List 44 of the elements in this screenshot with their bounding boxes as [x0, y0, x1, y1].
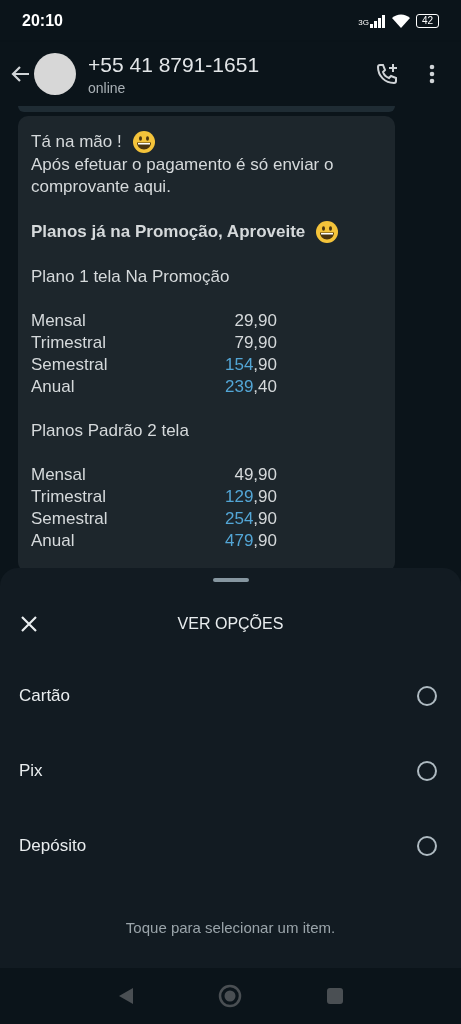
contact-name[interactable]: +55 41 8791-1651 — [88, 52, 375, 77]
plan-period: Anual — [31, 530, 76, 552]
status-time: 20:10 — [22, 12, 63, 30]
signal-icon — [369, 14, 386, 28]
radio-button[interactable] — [417, 835, 437, 856]
option-item[interactable]: Pix — [0, 733, 461, 808]
plan-period: Anual — [31, 376, 76, 398]
message-text: Planos Padrão 2 tela — [31, 420, 189, 442]
close-icon[interactable] — [20, 615, 38, 633]
contact-status: online — [88, 79, 127, 96]
message-text: Plano 1 tela Na Promoção — [31, 266, 230, 288]
plan-price: 29,90 — [233, 310, 277, 332]
plan-price: 239,40 — [224, 376, 277, 398]
wifi-icon — [391, 14, 410, 28]
smiley-face-icon — [131, 130, 156, 154]
drag-handle[interactable] — [212, 578, 249, 582]
radio-button[interactable] — [417, 760, 437, 781]
battery-indicator: 42 — [415, 14, 439, 28]
back-arrow-icon[interactable] — [10, 65, 30, 83]
plan-period: Trimestral — [31, 486, 107, 508]
add-call-icon[interactable] — [375, 62, 399, 86]
radio-button[interactable] — [417, 685, 437, 706]
message-text: Tá na mão ! — [31, 131, 122, 153]
plan-period: Mensal — [31, 310, 87, 332]
plan-period: Mensal — [31, 464, 87, 486]
sheet-title: VER OPÇÕES — [176, 615, 285, 633]
avatar[interactable] — [34, 53, 76, 95]
hint-text: Toque para selecionar um item. — [124, 919, 337, 936]
plan-price: 49,90 — [233, 464, 277, 486]
plan-price: 79,90 — [233, 332, 277, 354]
network-type: 3G — [358, 18, 369, 27]
plan-period: Semestral — [31, 508, 109, 530]
option-item[interactable]: Cartão — [0, 658, 461, 733]
plan-price: 254,90 — [224, 508, 277, 530]
plan-period: Semestral — [31, 354, 109, 376]
plan-price: 479,90 — [224, 530, 277, 552]
menu-icon[interactable] — [429, 64, 435, 84]
smiley-face-icon — [315, 220, 340, 244]
plan-price: 154,90 — [224, 354, 277, 376]
plan-period: Trimestral — [31, 332, 107, 354]
plan-price: 129,90 — [224, 486, 277, 508]
option-item[interactable]: Depósito — [0, 808, 461, 883]
message-text: Após efetuar o pagamento é só enviar o comprovante aqui. — [31, 154, 335, 198]
message-text: Planos já na Promoção, Aproveite — [31, 221, 306, 243]
